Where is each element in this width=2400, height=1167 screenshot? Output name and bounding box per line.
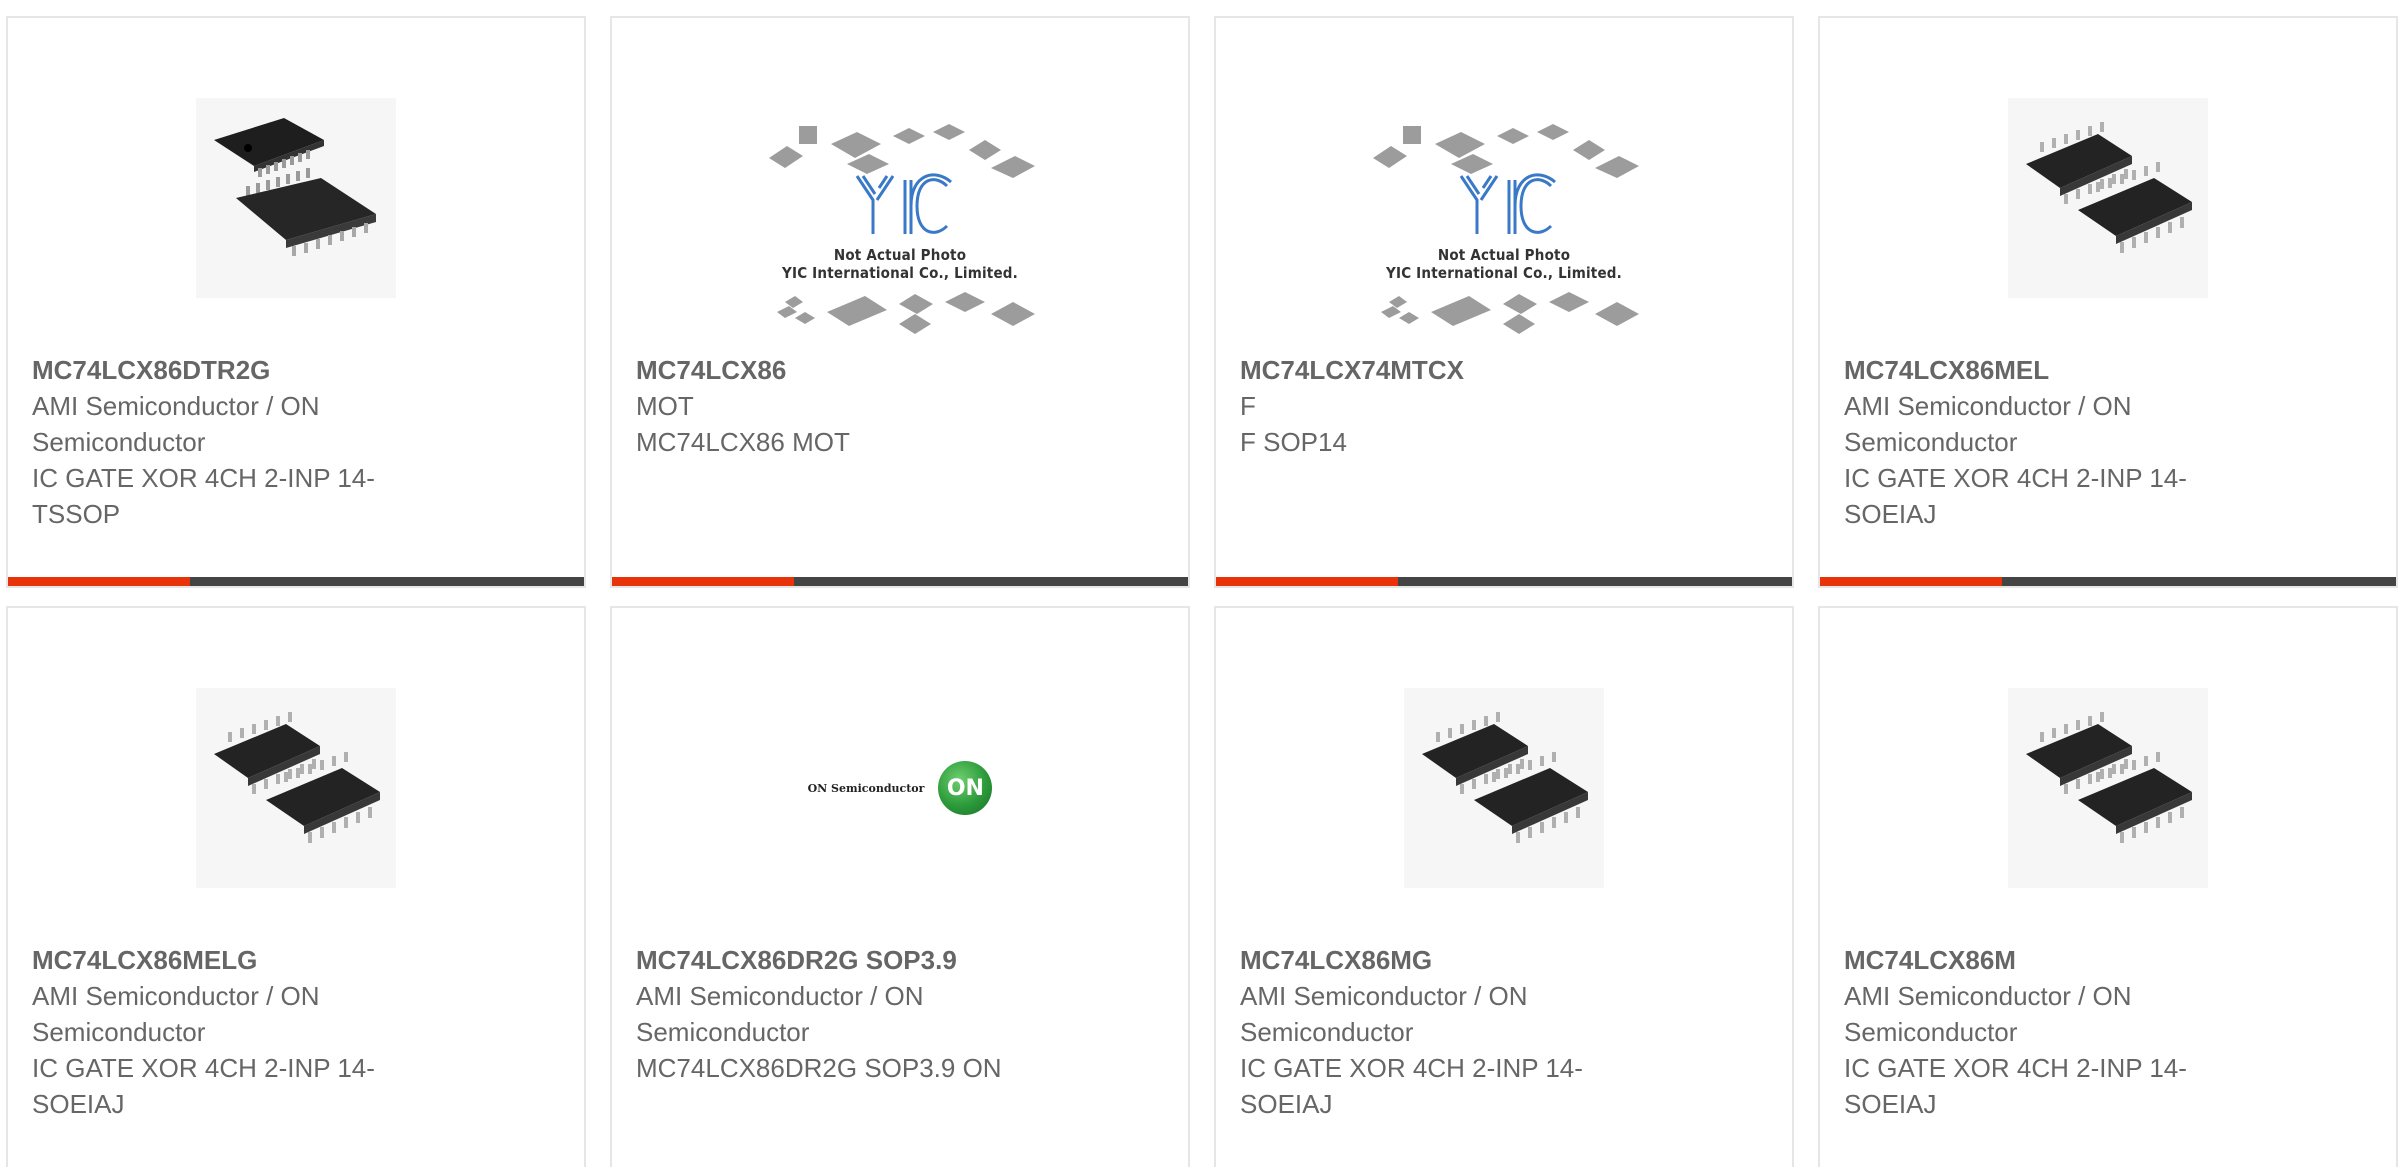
card-bottom-bar	[1216, 577, 1792, 586]
on-logo-icon: ON	[938, 761, 993, 815]
product-manufacturer: AMI Semiconductor / ON	[636, 981, 924, 1011]
product-image[interactable]	[8, 678, 584, 898]
card-accent-bar	[8, 577, 190, 586]
soic-chip-photo	[1404, 688, 1604, 888]
tssop-chip-photo	[196, 98, 396, 298]
product-part-number[interactable]: MC74LCX86M	[1844, 942, 2372, 978]
product-image[interactable]	[1216, 678, 1792, 898]
product-image[interactable]: ON Semiconductor ON	[612, 678, 1188, 898]
product-description-cont: SOEIAJ	[32, 1089, 125, 1119]
product-part-number[interactable]: MC74LCX74MTCX	[1240, 352, 1768, 388]
soic-chip-photo	[2008, 688, 2208, 888]
product-card[interactable]: Not Actual Photo YIC International Co., …	[610, 16, 1190, 588]
product-description: IC GATE XOR 4CH 2-INP 14-	[1844, 1053, 2187, 1083]
product-manufacturer-cont: Semiconductor	[1844, 1017, 2018, 1047]
product-manufacturer-cont: Semiconductor	[32, 1017, 206, 1047]
product-part-number[interactable]: MC74LCX86DR2G SOP3.9	[636, 942, 1164, 978]
yic-placeholder: Not Actual Photo YIC International Co., …	[1369, 106, 1639, 346]
product-description-cont: TSSOP	[32, 499, 121, 529]
product-manufacturer: AMI Semiconductor / ON	[1844, 981, 2132, 1011]
card-bottom-bar	[8, 577, 584, 586]
product-description: F SOP14	[1240, 427, 1347, 457]
product-description-cont: SOEIAJ	[1844, 499, 1937, 529]
placeholder-caption: Not Actual Photo	[1437, 246, 1571, 264]
product-image[interactable]: Not Actual Photo YIC International Co., …	[612, 106, 1188, 366]
product-card[interactable]: MC74LCX86M AMI Semiconductor / ON Semico…	[1818, 606, 2398, 1167]
product-card[interactable]: MC74LCX86DTR2G AMI Semiconductor / ON Se…	[6, 16, 586, 588]
on-semiconductor-logo: ON Semiconductor ON	[808, 761, 993, 815]
product-manufacturer: AMI Semiconductor / ON	[1240, 981, 1528, 1011]
product-card[interactable]: MC74LCX86MELG AMI Semiconductor / ON Sem…	[6, 606, 586, 1167]
product-description: IC GATE XOR 4CH 2-INP 14-	[32, 1053, 375, 1083]
product-description: IC GATE XOR 4CH 2-INP 14-	[1240, 1053, 1583, 1083]
product-manufacturer: AMI Semiconductor / ON	[32, 391, 320, 421]
product-manufacturer-cont: Semiconductor	[636, 1017, 810, 1047]
product-description: IC GATE XOR 4CH 2-INP 14-	[1844, 463, 2187, 493]
placeholder-company: YIC International Co., Limited.	[782, 264, 1018, 282]
product-part-number[interactable]: MC74LCX86MELG	[32, 942, 560, 978]
product-card[interactable]: MC74LCX86MG AMI Semiconductor / ON Semic…	[1214, 606, 1794, 1167]
card-accent-bar	[1820, 577, 2002, 586]
card-bottom-bar	[1820, 577, 2396, 586]
product-grid: MC74LCX86DTR2G AMI Semiconductor / ON Se…	[0, 0, 2400, 1167]
product-part-number[interactable]: MC74LCX86MEL	[1844, 352, 2372, 388]
product-description: IC GATE XOR 4CH 2-INP 14-	[32, 463, 375, 493]
product-description-cont: SOEIAJ	[1240, 1089, 1333, 1119]
product-image[interactable]	[8, 88, 584, 308]
product-manufacturer-cont: Semiconductor	[1844, 427, 2018, 457]
yic-placeholder: Not Actual Photo YIC International Co., …	[765, 106, 1035, 346]
card-bottom-bar	[612, 577, 1188, 586]
placeholder-company: YIC International Co., Limited.	[1386, 264, 1622, 282]
soic-chip-photo	[2008, 98, 2208, 298]
product-description: MC74LCX86 MOT	[636, 427, 850, 457]
product-part-number[interactable]: MC74LCX86	[636, 352, 1164, 388]
product-card[interactable]: ON Semiconductor ON MC74LCX86DR2G SOP3.9…	[610, 606, 1190, 1167]
product-part-number[interactable]: MC74LCX86DTR2G	[32, 352, 560, 388]
product-manufacturer-cont: Semiconductor	[1240, 1017, 1414, 1047]
product-manufacturer: MOT	[636, 391, 694, 421]
product-description-cont: SOEIAJ	[1844, 1089, 1937, 1119]
product-manufacturer: AMI Semiconductor / ON	[32, 981, 320, 1011]
product-card[interactable]: MC74LCX86MEL AMI Semiconductor / ON Semi…	[1818, 16, 2398, 588]
product-image[interactable]: Not Actual Photo YIC International Co., …	[1216, 106, 1792, 366]
product-manufacturer: F	[1240, 391, 1256, 421]
product-image[interactable]	[1820, 88, 2396, 308]
card-accent-bar	[1216, 577, 1398, 586]
placeholder-caption: Not Actual Photo	[833, 246, 967, 264]
product-manufacturer-cont: Semiconductor	[32, 427, 206, 457]
product-image[interactable]	[1820, 678, 2396, 898]
product-manufacturer: AMI Semiconductor / ON	[1844, 391, 2132, 421]
logo-wordmark: ON Semiconductor	[807, 781, 925, 795]
card-accent-bar	[612, 577, 794, 586]
product-description: MC74LCX86DR2G SOP3.9 ON	[636, 1053, 1002, 1083]
soic-chip-photo	[196, 688, 396, 888]
product-card[interactable]: Not Actual Photo YIC International Co., …	[1214, 16, 1794, 588]
product-part-number[interactable]: MC74LCX86MG	[1240, 942, 1768, 978]
